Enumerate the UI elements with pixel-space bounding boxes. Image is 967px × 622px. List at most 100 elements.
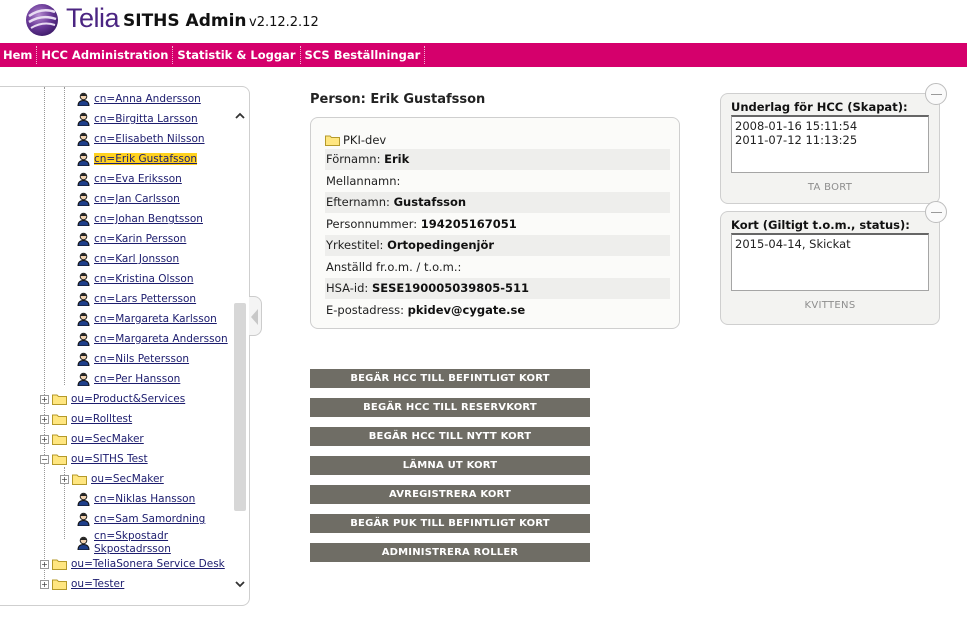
organisation-name: PKI-dev [343,133,387,147]
tree-node-label[interactable]: cn=Margareta Andersson [94,333,228,345]
tree-node-label[interactable]: cn=Eva Eriksson [94,173,182,185]
card-box: Kort (Giltigt t.o.m., status): 2015-04-1… [720,201,947,325]
tree-node-user[interactable]: cn=Margareta Karlsson [77,310,217,328]
person-field-row: HSA-id: SESE190005039805-511 [325,278,670,299]
tree-node-ou[interactable]: + ou=SecMaker [40,430,144,448]
nav-statistics-logs[interactable]: Statistik & Loggar [173,46,301,64]
tree-node-label[interactable]: cn=Margareta Karlsson [94,313,217,325]
tree-node-user[interactable]: cn=Karin Persson [77,230,186,248]
tree-node-label[interactable]: cn=Lars Pettersson [94,293,196,305]
receipt-button[interactable]: KVITTENS [721,300,939,311]
tree-node-label[interactable]: ou=Product&Services [71,393,185,405]
unregister-card-button[interactable]: AVREGISTRERA KORT [310,485,590,504]
tree-node-ou[interactable]: + ou=Tester [40,575,124,593]
tree-node-ou[interactable]: + ou=Rolltest [40,410,132,428]
nav-scs-orders[interactable]: SCS Beställningar [301,46,426,64]
nav-hcc-administration[interactable]: HCC Administration [37,46,174,64]
tree-node-label[interactable]: ou=SITHS Test [71,453,148,465]
user-icon [77,232,90,246]
tree-node-user[interactable]: cn=Margareta Andersson [77,330,228,348]
remove-button[interactable]: TA BORT [721,182,939,193]
card-entry[interactable]: 2015-04-14, Skickat [735,237,925,251]
scroll-up-chevron-icon[interactable] [233,109,247,123]
tree-node-user[interactable]: cn=Karl Jonsson [77,250,179,268]
request-hcc-reserve-card-button[interactable]: BEGÄR HCC TILL RESERVKORT [310,398,590,417]
expand-plus-icon[interactable]: + [40,414,49,424]
field-label: E-postadress: [326,302,405,317]
tree-node-label[interactable]: cn=Anna Andersson [94,93,201,105]
chevron-up-icon[interactable] [233,109,247,123]
expand-plus-icon[interactable]: + [40,434,49,444]
tree-node-label-selected[interactable]: cn=Erik Gustafsson [94,153,198,165]
tree-node-user[interactable]: cn=Eva Eriksson [77,170,182,188]
tree-node-ou[interactable]: + ou=Product&Services [40,390,185,408]
tree-node-user[interactable]: cn=Johan Bengtsson [77,210,203,228]
chevron-down-icon[interactable] [233,577,247,591]
user-icon [77,212,90,226]
tree-node-label[interactable]: cn=Johan Bengtsson [94,213,203,225]
collapse-minus-icon[interactable]: − [40,454,49,464]
hcc-basis-entry[interactable]: 2008-01-16 15:11:54 [735,119,925,133]
collapse-minus-icon[interactable] [925,201,947,223]
tree-node-user[interactable]: cn=Lars Pettersson [77,290,196,308]
tree-node-label[interactable]: cn=Skpostadr [94,530,171,543]
tree-node-user[interactable]: cn=Jan Carlsson [77,190,180,208]
hcc-basis-list[interactable]: 2008-01-16 15:11:54 2011-07-12 11:13:25 [731,115,929,173]
tree-node-user[interactable]: cn=Niklas Hansson [77,490,195,508]
expand-plus-icon[interactable]: + [40,394,49,404]
tree-node-label[interactable]: ou=Rolltest [71,413,132,425]
tree-node-user[interactable]: cn=Sam Samordning [77,510,205,528]
tree-node-user[interactable]: cn=Per Hansson [77,370,180,388]
tree-node-label[interactable]: cn=Kristina Olsson [94,273,193,285]
tree-node-user[interactable]: cn=Nils Petersson [77,350,189,368]
tree-node-label[interactable]: ou=Tester [71,578,124,590]
expand-plus-icon[interactable]: + [40,559,49,569]
scroll-down-chevron-icon[interactable] [233,577,247,591]
hcc-basis-entry[interactable]: 2011-07-12 11:13:25 [735,133,925,147]
tree-node-user[interactable]: cn=Skpostadr Skpostadrsson [77,530,171,556]
user-icon [77,132,90,146]
tree-node-user[interactable]: cn=Kristina Olsson [77,270,193,288]
tree-node-label[interactable]: ou=SecMaker [71,433,144,445]
request-hcc-existing-card-button[interactable]: BEGÄR HCC TILL BEFINTLIGT KORT [310,369,590,388]
tree-node-label[interactable]: cn=Birgitta Larsson [94,113,198,125]
tree-node-label[interactable]: ou=SecMaker [91,473,164,485]
collapse-minus-icon[interactable] [925,83,947,105]
tree-node-label[interactable]: cn=Niklas Hansson [94,493,195,505]
request-hcc-new-card-button[interactable]: BEGÄR HCC TILL NYTT KORT [310,427,590,446]
app-title: SITHS Admin [123,11,247,31]
scrollbar-thumb[interactable] [234,303,246,511]
expand-plus-icon[interactable]: + [60,474,69,484]
request-puk-existing-card-button[interactable]: BEGÄR PUK TILL BEFINTLIGT KORT [310,514,590,533]
tree-node-user[interactable]: cn=Birgitta Larsson [77,110,198,128]
tree-node-user[interactable]: cn=Elisabeth Nilsson [77,130,205,148]
tree-node-label[interactable]: cn=Per Hansson [94,373,180,385]
collapse-tree-panel-handle[interactable] [249,296,262,336]
tree-node-label[interactable]: cn=Sam Samordning [94,513,205,525]
tree-node-user[interactable]: cn=Anna Andersson [77,90,201,108]
tree-scrollbar[interactable] [233,105,247,599]
manage-roles-button[interactable]: ADMINISTRERA ROLLER [310,543,590,562]
tree-node-ou[interactable]: + ou=SecMaker [60,470,164,488]
field-value: 194205167051 [420,216,517,231]
nav-home[interactable]: Hem [0,46,38,64]
tree-guide-line [64,87,65,385]
tree-node-ou[interactable]: + ou=TeliaSonera Service Desk [40,555,225,573]
field-label: Förnamn: [326,152,381,166]
tree-node-label[interactable]: cn=Karin Persson [94,233,186,245]
tree-node-label[interactable]: cn=Jan Carlsson [94,193,180,205]
person-field-row: Mellannamn: [325,171,670,192]
field-label: Anställd fr.o.m. / t.o.m.: [326,259,462,274]
field-label: Personnummer: [326,216,418,231]
tree-node-ou-expanded[interactable]: − ou=SITHS Test [40,450,148,468]
expand-plus-icon[interactable]: + [40,579,49,589]
issue-card-button[interactable]: LÄMNA UT KORT [310,456,590,475]
card-box-title: Kort (Giltigt t.o.m., status): [731,218,910,232]
tree-node-user[interactable]: cn=Erik Gustafsson [77,150,198,168]
tree-node-label[interactable]: cn=Nils Petersson [94,353,189,365]
telia-logo-icon [26,4,58,36]
tree-node-label[interactable]: cn=Karl Jonsson [94,253,179,265]
tree-node-label[interactable]: ou=TeliaSonera Service Desk [71,558,225,570]
card-list[interactable]: 2015-04-14, Skickat [731,233,929,291]
tree-node-label[interactable]: cn=Elisabeth Nilsson [94,133,205,145]
